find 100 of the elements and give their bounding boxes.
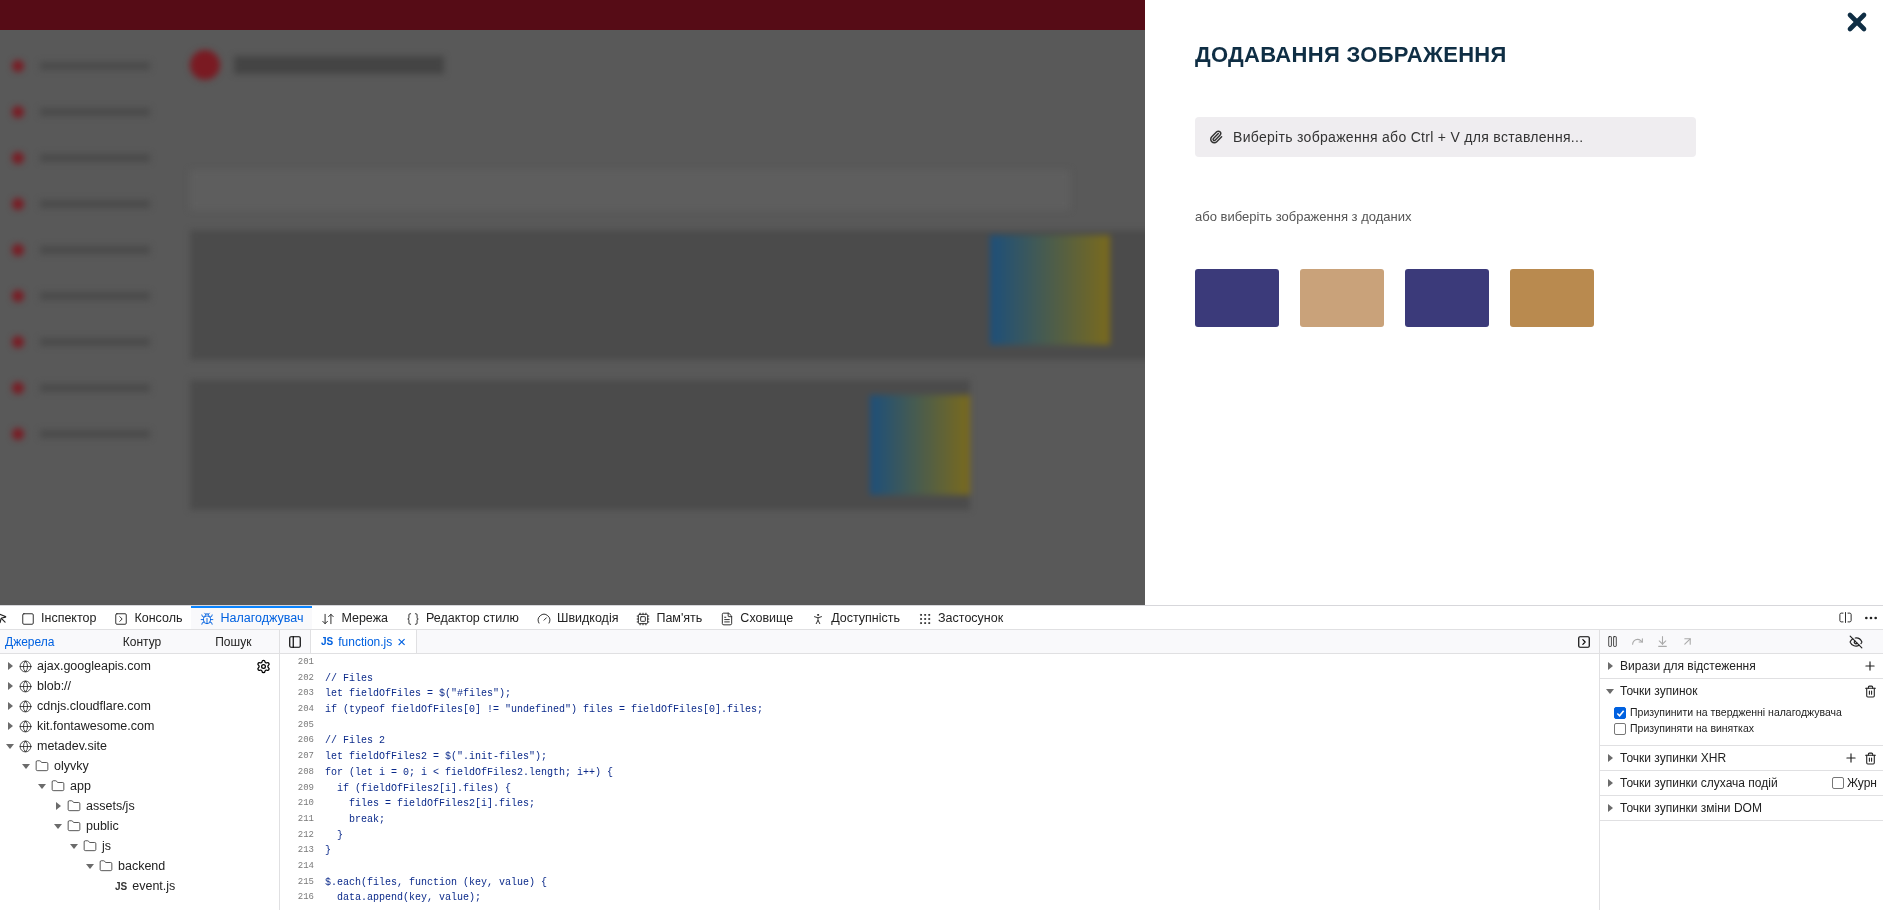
caret-down-icon[interactable]: [54, 822, 62, 830]
section-header[interactable]: Точки зупинки зміни DOM: [1620, 799, 1877, 817]
sources-tab[interactable]: Пошук: [187, 630, 279, 653]
code-line: for (let i = 0; i < fieldOfFiles2.length; i++) {: [325, 765, 614, 780]
folder-icon: [67, 799, 81, 813]
tree-item[interactable]: kit.fontawesome.com: [37, 716, 155, 736]
line-number: 207: [296, 750, 314, 764]
devtools-tab[interactable]: Швидкодія: [527, 606, 628, 629]
devtools-tab[interactable]: Доступність: [802, 606, 910, 629]
globe-icon: [19, 719, 32, 733]
line-number: 201: [296, 656, 314, 669]
caret-down-icon[interactable]: [70, 842, 78, 850]
code-line: if (fieldOfFiles2[i].files) {: [336, 781, 512, 796]
checkbox-label: Журн: [1846, 775, 1877, 792]
sources-tab[interactable]: Контур: [96, 630, 188, 653]
devtools-tab[interactable]: Налагоджувач: [191, 606, 313, 629]
tree-item[interactable]: cdnjs.cloudflare.com: [37, 696, 151, 716]
square-icon: [21, 611, 35, 626]
section-header[interactable]: Вирази для відстеження: [1620, 657, 1857, 675]
checkbox[interactable]: [1614, 707, 1626, 719]
caret-down-icon[interactable]: [38, 782, 46, 790]
tree-item[interactable]: metadev.site: [37, 736, 107, 756]
caret-right-icon[interactable]: [6, 702, 14, 710]
line-number: 210: [296, 797, 314, 811]
devtools-tab[interactable]: Консоль: [105, 606, 192, 629]
caret-down-icon[interactable]: [86, 862, 94, 870]
panel-toggle-icon[interactable]: [288, 634, 302, 649]
tree-item[interactable]: app: [70, 776, 91, 796]
code-line: }: [336, 828, 343, 843]
caret-right-icon[interactable]: [1606, 662, 1614, 670]
code-line: $.each(files, function (key, value) {: [325, 875, 548, 890]
caret-right-icon[interactable]: [6, 722, 14, 730]
caret-right-icon[interactable]: [1606, 779, 1614, 787]
tree-item[interactable]: js: [102, 836, 112, 856]
editor-tab[interactable]: JS function.js ×: [310, 630, 418, 653]
braces-icon: [406, 611, 420, 626]
document-icon: [720, 611, 735, 626]
caret-right-icon[interactable]: [6, 682, 14, 690]
devtools-tab[interactable]: Інспектор: [12, 606, 106, 629]
tree-item[interactable]: assets/js: [86, 796, 135, 816]
tree-item[interactable]: event.js: [132, 876, 176, 896]
code-line: let fieldOfFiles = $("#files");: [325, 687, 512, 702]
console-icon: [114, 611, 129, 626]
tree-item[interactable]: blob://: [37, 676, 72, 696]
panel-toggle-icon[interactable]: [1577, 634, 1591, 649]
caret-right-icon[interactable]: [1606, 804, 1614, 812]
deactivate-breakpoints-icon[interactable]: [1849, 634, 1863, 649]
chip-icon: [636, 611, 651, 626]
globe-icon: [19, 679, 32, 693]
add-icon[interactable]: [1863, 659, 1877, 673]
code-line: data.append(key, value);: [336, 891, 482, 906]
caret-down-icon[interactable]: [6, 742, 14, 750]
split-icon[interactable]: [1838, 610, 1853, 625]
tree-item[interactable]: ajax.googleapis.com: [37, 656, 151, 676]
checkbox[interactable]: [1614, 723, 1626, 735]
section-header[interactable]: Точки зупинки слухача подій: [1620, 774, 1826, 792]
caret-down-icon[interactable]: [1606, 687, 1614, 695]
globe-icon: [19, 699, 32, 713]
file-type-label: JS: [115, 879, 128, 894]
caret-right-icon[interactable]: [54, 802, 62, 810]
line-number: 204: [296, 703, 314, 717]
line-number: 208: [296, 765, 314, 779]
line-number: 205: [296, 718, 314, 732]
add-icon[interactable]: [1844, 751, 1858, 765]
tree-item[interactable]: public: [86, 816, 119, 836]
globe-icon: [19, 659, 32, 673]
devtools-tab[interactable]: Сховище: [711, 606, 803, 629]
devtools-tab[interactable]: Редактор стилю: [397, 606, 528, 629]
checkbox-label: Призупиняти на винятках: [1630, 721, 1755, 737]
section-header[interactable]: Точки зупинки XHR: [1620, 749, 1838, 767]
code-line: let fieldOfFiles2 = $(".init-files");: [325, 750, 548, 765]
tree-item[interactable]: olyvky: [54, 756, 89, 776]
section-header[interactable]: Точки зупинок: [1620, 682, 1858, 700]
upload-button[interactable]: Виберіть зображення або Ctrl + V для вставлення...: [1195, 117, 1696, 157]
delete-icon[interactable]: [1864, 684, 1877, 698]
devtools-tab[interactable]: Пам'ять: [627, 606, 712, 629]
file-type-label: JS: [321, 635, 334, 649]
devtools-tab[interactable]: Мережа: [312, 606, 397, 629]
code-line: }: [325, 844, 331, 859]
modal-title: ДОДАВАННЯ ЗОБРАЖЕННЯ: [1195, 41, 1507, 69]
delete-icon[interactable]: [1864, 751, 1877, 765]
folder-icon: [99, 859, 113, 873]
folder-icon: [67, 819, 81, 833]
line-number: 214: [296, 859, 314, 873]
pause-icon[interactable]: [1606, 635, 1619, 648]
close-tab-button[interactable]: ×: [397, 634, 407, 649]
gauge-icon: [536, 611, 551, 626]
arrows-icon: [321, 611, 336, 626]
caret-right-icon[interactable]: [1606, 754, 1614, 762]
file-name: function.js: [338, 633, 393, 651]
folder-icon: [51, 779, 65, 793]
line-number: 209: [296, 781, 314, 795]
tree-item[interactable]: backend: [118, 856, 166, 876]
sources-tab[interactable]: Джерела: [0, 630, 97, 653]
settings-icon[interactable]: [256, 659, 271, 674]
checkbox[interactable]: [1831, 777, 1844, 789]
devtools-tab[interactable]: Застосунок: [909, 606, 1013, 629]
gallery-hint: або виберіть зображення з доданих: [1195, 208, 1412, 226]
caret-right-icon[interactable]: [6, 662, 14, 670]
caret-down-icon[interactable]: [22, 762, 30, 770]
